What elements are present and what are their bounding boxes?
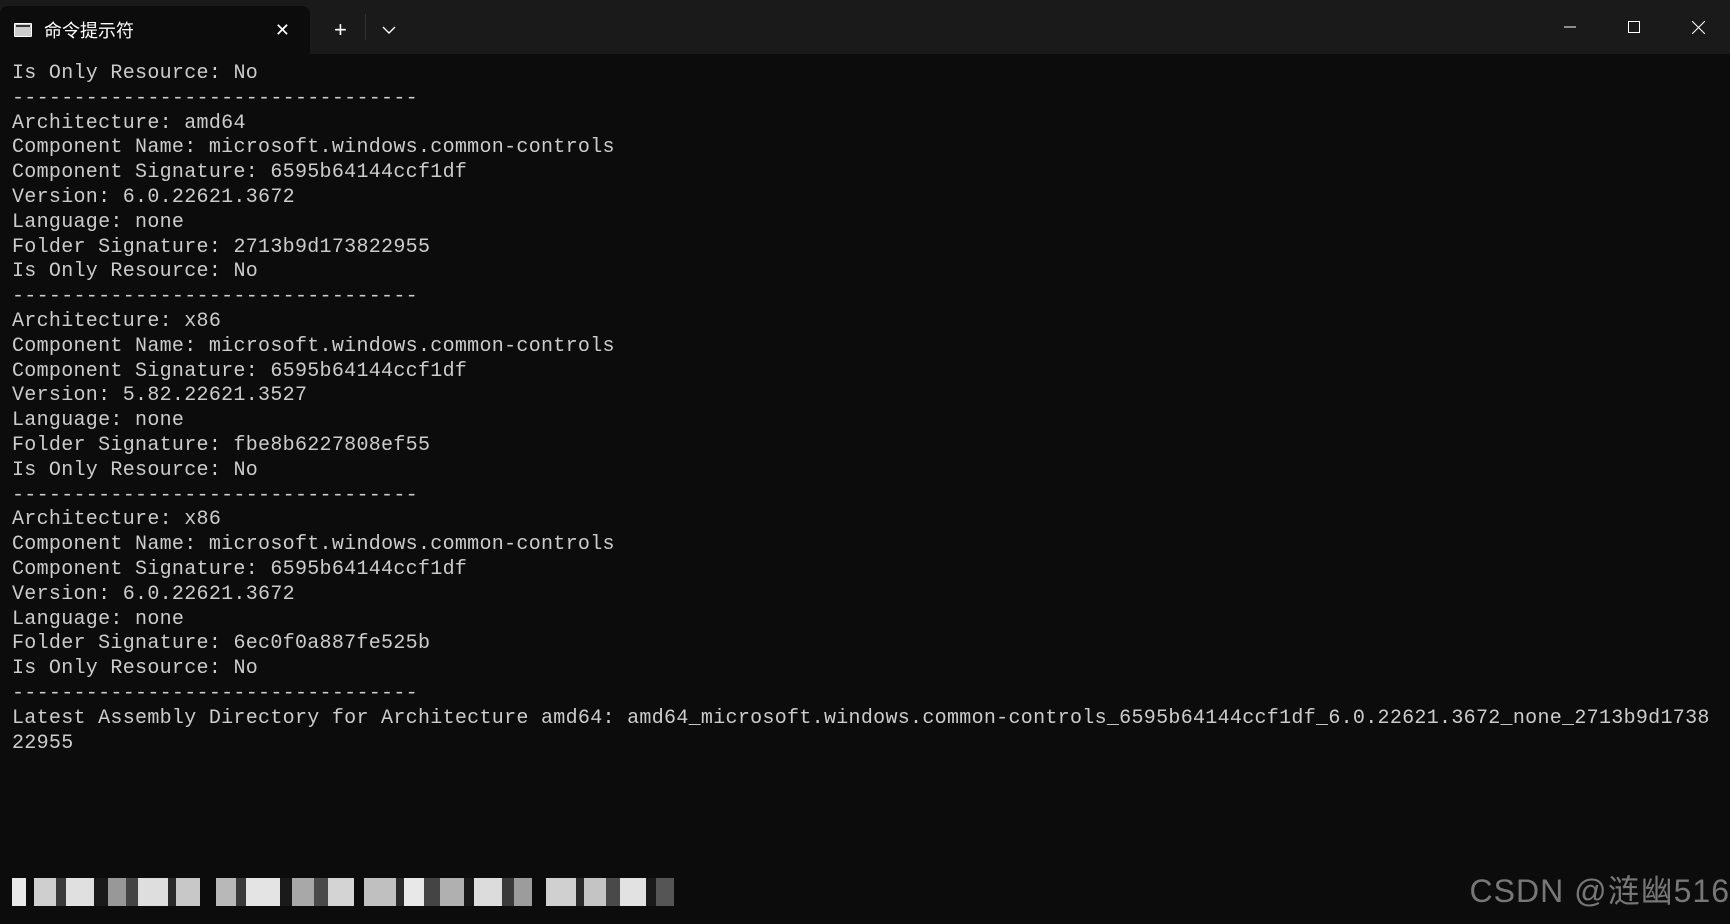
- output-line: Architecture: amd64: [12, 112, 246, 135]
- output-separator: ---------------------------------: [12, 87, 418, 110]
- terminal-tab[interactable]: 命令提示符 ✕: [0, 6, 310, 54]
- cmd-icon: [14, 23, 32, 37]
- output-line: Folder Signature: fbe8b6227808ef55: [12, 434, 430, 457]
- output-line: Component Name: microsoft.windows.common…: [12, 335, 615, 358]
- output-line: Version: 6.0.22621.3672: [12, 583, 295, 606]
- tab-dropdown-icon[interactable]: [368, 14, 410, 46]
- output-line: Folder Signature: 2713b9d173822955: [12, 236, 430, 259]
- output-line: Is Only Resource: No: [12, 62, 258, 85]
- output-line: Component Signature: 6595b64144ccf1df: [12, 360, 467, 383]
- output-line: Version: 5.82.22621.3527: [12, 384, 307, 407]
- output-line: Component Name: microsoft.windows.common…: [12, 136, 615, 159]
- output-line: Version: 6.0.22621.3672: [12, 186, 295, 209]
- close-window-button[interactable]: [1666, 0, 1730, 54]
- output-line: Is Only Resource: No: [12, 260, 258, 283]
- tab-divider: [365, 14, 366, 40]
- output-line: Component Signature: 6595b64144ccf1df: [12, 161, 467, 184]
- output-line: Language: none: [12, 409, 184, 432]
- output-line: Architecture: x86: [12, 310, 221, 333]
- output-separator: ---------------------------------: [12, 484, 418, 507]
- titlebar: 命令提示符 ✕ +: [0, 0, 1730, 54]
- output-line: Language: none: [12, 211, 184, 234]
- tab-actions: +: [310, 0, 410, 54]
- output-separator: ---------------------------------: [12, 682, 418, 705]
- output-line: Component Name: microsoft.windows.common…: [12, 533, 615, 556]
- minimize-button[interactable]: [1538, 0, 1602, 54]
- output-line: Folder Signature: 6ec0f0a887fe525b: [12, 632, 430, 655]
- terminal-output[interactable]: Is Only Resource: No -------------------…: [0, 54, 1730, 764]
- maximize-button[interactable]: [1602, 0, 1666, 54]
- tab-title: 命令提示符: [44, 17, 255, 43]
- output-line: Language: none: [12, 608, 184, 631]
- output-separator: ---------------------------------: [12, 285, 418, 308]
- output-line: Is Only Resource: No: [12, 459, 258, 482]
- redacted-text: [12, 878, 712, 906]
- watermark: CSDN @涟幽516: [1470, 866, 1730, 912]
- window-controls: [1538, 0, 1730, 54]
- output-line: Component Signature: 6595b64144ccf1df: [12, 558, 467, 581]
- output-line: Latest Assembly Directory for Architectu…: [12, 707, 1710, 755]
- new-tab-button[interactable]: +: [318, 9, 363, 51]
- close-tab-icon[interactable]: ✕: [267, 16, 298, 45]
- output-line: Architecture: x86: [12, 508, 221, 531]
- output-line: Is Only Resource: No: [12, 657, 258, 680]
